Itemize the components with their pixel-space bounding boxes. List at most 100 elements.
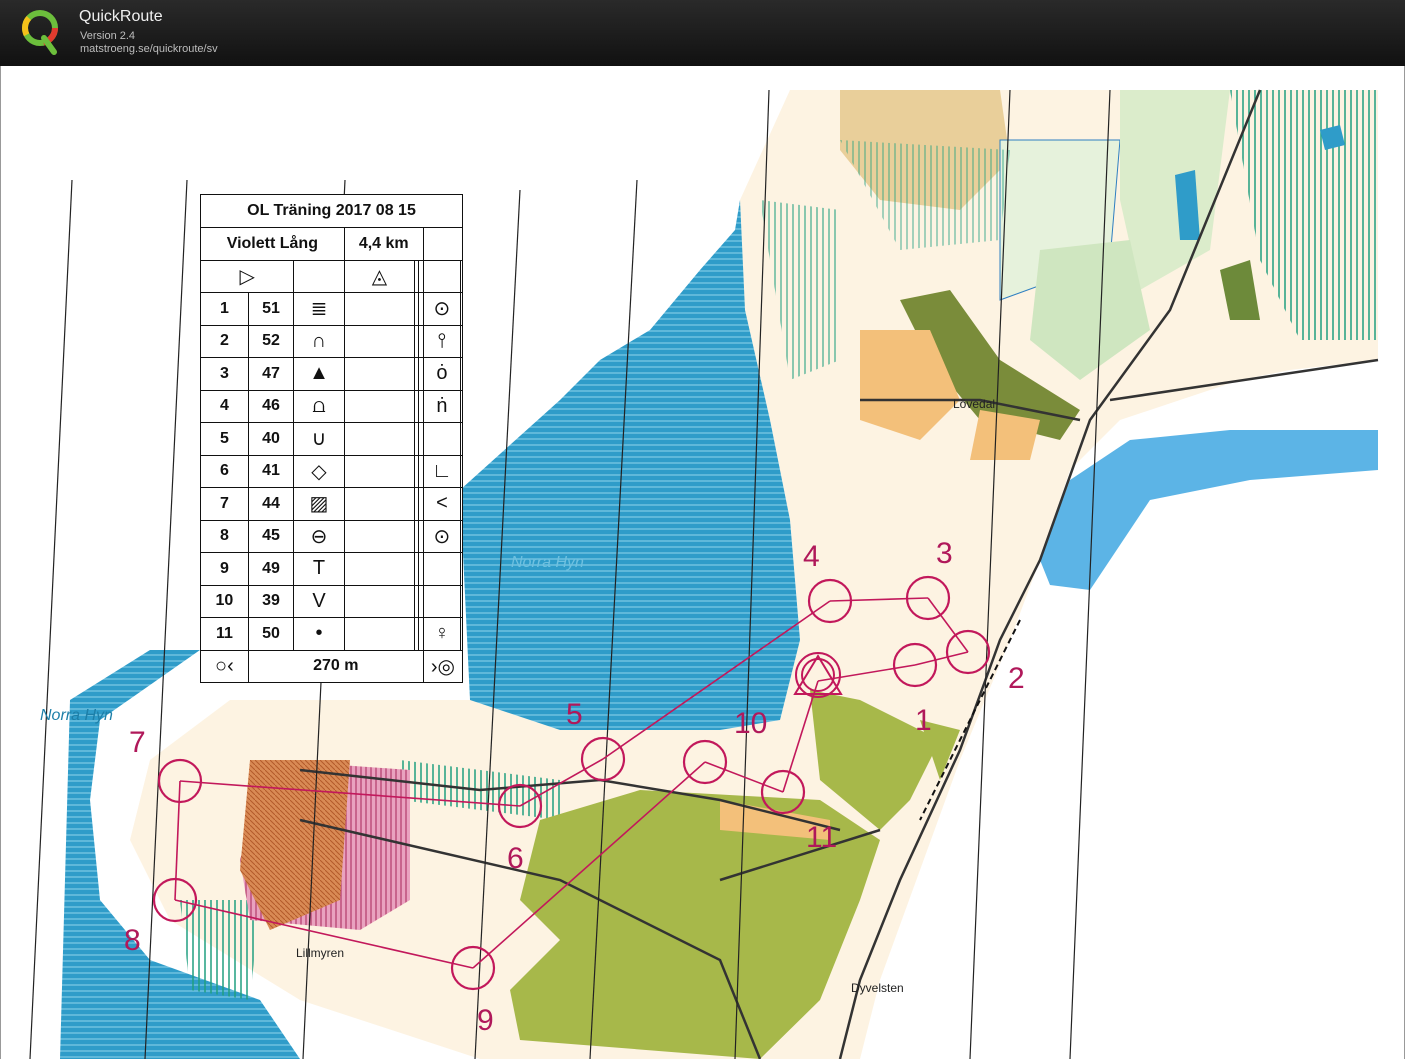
control-row: 7 44 ▨ < xyxy=(200,487,463,521)
finish-distance: 270 m xyxy=(247,649,424,683)
ruin-icon: ▨ xyxy=(293,487,345,521)
cave-icon: ⊖ xyxy=(293,519,345,553)
ruin-icon: ▨ xyxy=(309,493,329,516)
control-description-sheet: OL Träning 2017 08 15 Violett Lång 4,4 k… xyxy=(199,194,464,683)
spur-icon: ∩ xyxy=(293,324,345,358)
blank-cell xyxy=(422,584,462,618)
control-row: 1 51 ≣ ⊙ xyxy=(200,292,463,326)
control-row: 9 49 T xyxy=(200,552,463,586)
control-row: 5 40 ∪ xyxy=(200,422,463,456)
knoll-icon: • xyxy=(293,617,345,651)
control-row: 10 39 V xyxy=(200,584,463,618)
bottom-icon: ♀ xyxy=(434,622,450,645)
blank-cell xyxy=(422,422,462,456)
title-bar: QuickRoute Version 2.4 matstroeng.se/qui… xyxy=(0,0,1405,66)
knoll-icon: • xyxy=(315,622,323,645)
angle-icon: < xyxy=(422,487,462,521)
top-icon: ȯ xyxy=(422,357,462,391)
control-code-cell: 47 xyxy=(247,357,295,391)
foot-east-icon: ⫯ xyxy=(422,324,462,358)
control-number-cell: 3 xyxy=(200,357,249,391)
control-number-3: 3 xyxy=(936,537,953,570)
control-code-cell: 51 xyxy=(247,292,295,326)
corner-icon: ∟ xyxy=(432,459,452,482)
start-location-icon: ◬ xyxy=(343,259,416,293)
single-tree-icon: T xyxy=(312,557,326,580)
foot-icon: ṅ xyxy=(422,389,462,423)
control-number-cell: 5 xyxy=(200,422,249,456)
place-lovedal: Lövedal xyxy=(953,397,995,411)
control-code-cell: 46 xyxy=(247,389,295,423)
control-number-cell: 10 xyxy=(200,584,249,618)
control-code-cell: 44 xyxy=(247,487,295,521)
depression-icon: ◇ xyxy=(293,454,345,488)
place-norra-hyn-lake: Norra Hyn xyxy=(511,554,584,571)
control-row: 11 50 • ♀ xyxy=(200,617,463,651)
control-row: 3 47 ▲ ȯ xyxy=(200,357,463,391)
control-number-cell: 8 xyxy=(200,519,249,553)
control-number-cell: 1 xyxy=(200,292,249,326)
terrace-icon: ≣ xyxy=(310,298,328,321)
control-number-cell: 7 xyxy=(200,487,249,521)
finish-route-end-icon: ›◎ xyxy=(422,649,464,683)
cave-icon: ⊖ xyxy=(310,525,328,548)
app-name: QuickRoute xyxy=(79,8,163,25)
control-code-cell: 41 xyxy=(247,454,295,488)
corner-icon: ∟ xyxy=(422,454,462,488)
control-number-4: 4 xyxy=(803,540,820,573)
control-row: 2 52 ∩ ⫯ xyxy=(200,324,463,358)
spur-icon: ∩ xyxy=(311,329,327,352)
place-norra-hyn-west: Norra Hyn xyxy=(40,707,113,724)
control-number-cell: 4 xyxy=(200,389,249,423)
control-row: 8 45 ⊖ ⊙ xyxy=(200,519,463,553)
bottom-icon: ♀ xyxy=(422,617,462,651)
course-header-blank xyxy=(422,227,464,261)
control-number-cell: 11 xyxy=(200,617,249,651)
control-code-cell: 50 xyxy=(247,617,295,651)
reentrant-icon: ∪ xyxy=(293,422,345,456)
gully-icon: V xyxy=(293,584,345,618)
control-number-1: 1 xyxy=(915,704,932,737)
control-number-7: 7 xyxy=(129,726,146,759)
angle-icon: < xyxy=(436,492,448,515)
centre-icon: ⊙ xyxy=(422,519,462,553)
control-row: 6 41 ◇ ∟ xyxy=(200,454,463,488)
control-number-6: 6 xyxy=(507,842,524,875)
control-row: 4 46 ⩍ ṅ xyxy=(200,389,463,423)
control-number-2: 2 xyxy=(1008,662,1025,695)
foot-east-icon: ⫯ xyxy=(437,329,447,352)
start-row-icon: ▷ xyxy=(199,259,295,293)
course-title: OL Träning 2017 08 15 xyxy=(200,194,463,228)
fence-icon: ⩍ xyxy=(293,389,345,423)
single-tree-icon: T xyxy=(293,552,345,586)
app-version: Version 2.4 xyxy=(80,30,136,42)
control-number-8: 8 xyxy=(124,924,141,957)
terrace-icon: ≣ xyxy=(293,292,345,326)
top-side-icon: ⊙ xyxy=(422,292,462,326)
gully-icon: V xyxy=(312,589,326,612)
depression-icon: ◇ xyxy=(311,460,327,483)
control-number-5: 5 xyxy=(566,698,583,731)
top-icon: ȯ xyxy=(436,362,448,385)
course-length: 4,4 km xyxy=(343,227,424,261)
quickroute-logo-icon xyxy=(22,10,58,55)
fence-icon: ⩍ xyxy=(312,394,326,417)
app-url: matstroeng.se/quickroute/sv xyxy=(80,43,218,55)
control-code-cell: 45 xyxy=(247,519,295,553)
control-number-cell: 9 xyxy=(200,552,249,586)
finish-route-start-icon: ○‹ xyxy=(200,649,249,683)
reentrant-icon: ∪ xyxy=(311,428,327,451)
centre-icon: ⊙ xyxy=(433,525,451,548)
control-code-cell: 40 xyxy=(247,422,295,456)
blank-cell xyxy=(422,552,462,586)
control-number-9: 9 xyxy=(477,1004,494,1037)
boulder-icon: ▲ xyxy=(293,357,345,391)
place-lillmyren: Lillmyren xyxy=(296,946,344,960)
control-number-cell: 6 xyxy=(200,454,249,488)
control-number-10: 10 xyxy=(734,707,767,740)
control-number-11: 11 xyxy=(806,821,837,854)
top-side-icon: ⊙ xyxy=(433,298,451,321)
course-class: Violett Lång xyxy=(200,227,345,261)
boulder-icon: ▲ xyxy=(309,362,329,385)
foot-icon: ṅ xyxy=(436,394,448,417)
